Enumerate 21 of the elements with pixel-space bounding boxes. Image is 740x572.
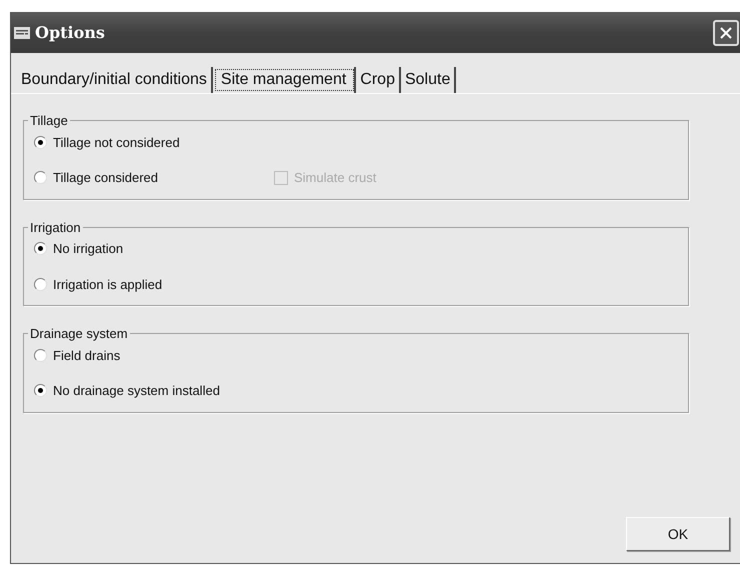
window-title: Options (35, 22, 105, 44)
ok-button[interactable]: OK (626, 517, 730, 551)
option-label[interactable]: Field drains (53, 346, 120, 365)
close-button[interactable] (713, 20, 739, 46)
radio-button[interactable] (34, 242, 47, 256)
group-title: Irrigation (29, 218, 82, 237)
option-label[interactable]: No irrigation (53, 239, 124, 258)
window-icon (14, 27, 30, 39)
option-label[interactable]: Tillage not considered (53, 132, 180, 152)
option-label[interactable]: Irrigation is applied (53, 274, 162, 294)
group-title: Drainage system (29, 325, 129, 343)
option-label[interactable]: Tillage considered (53, 168, 158, 188)
option-label[interactable]: No drainage system installed (53, 381, 220, 400)
tab[interactable]: Site management (212, 67, 356, 93)
close-icon (719, 26, 733, 40)
radio-button[interactable] (34, 171, 47, 184)
radio-button[interactable] (34, 348, 47, 362)
group-title: Tillage (29, 112, 69, 130)
radio-button[interactable] (34, 136, 47, 149)
radio-button[interactable] (34, 384, 47, 398)
radio-button[interactable] (34, 278, 47, 291)
